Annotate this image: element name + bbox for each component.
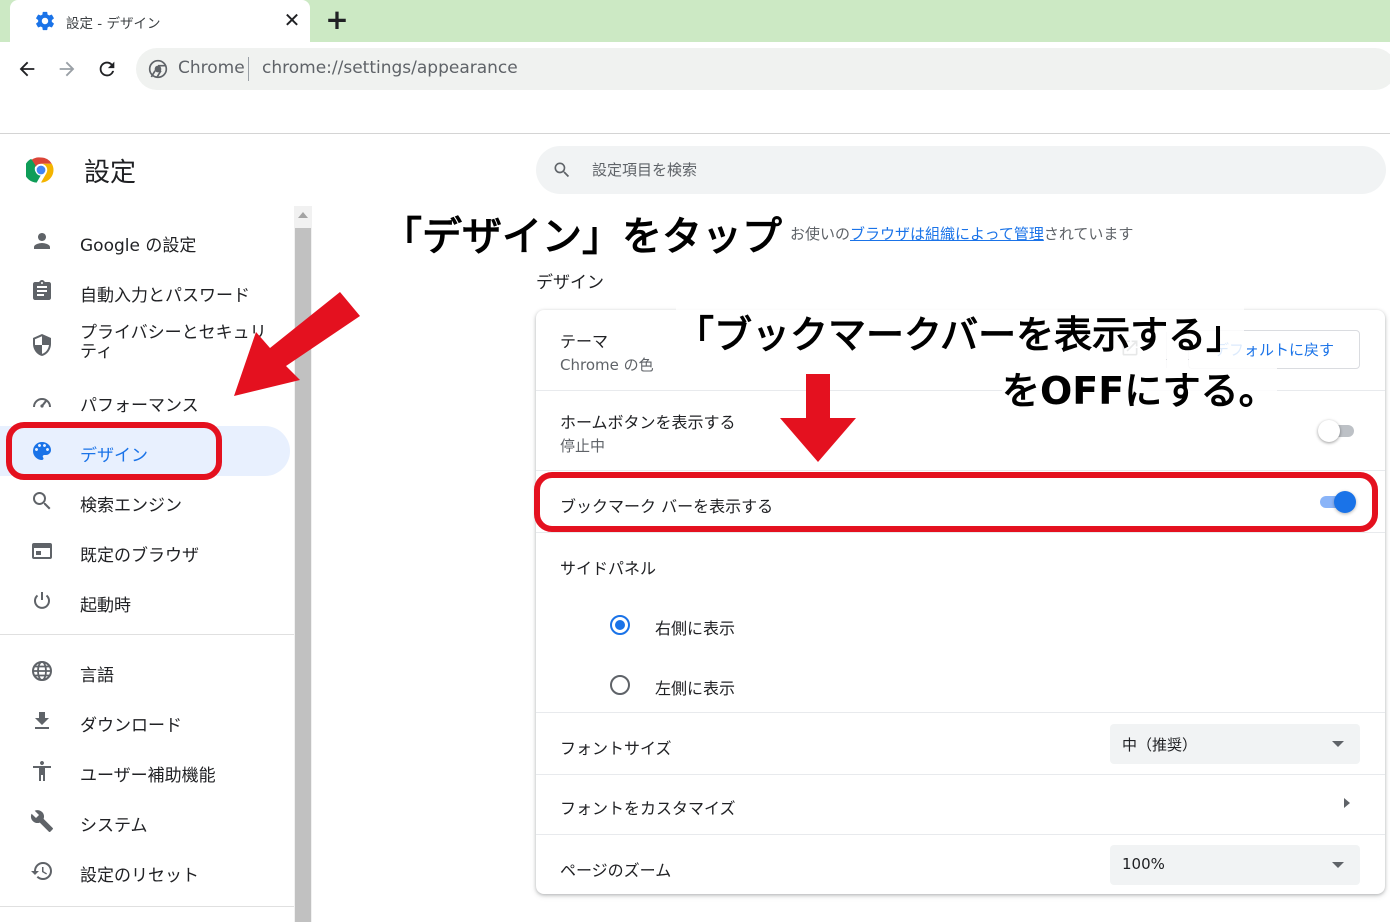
tab-title: 設定 - デザイン <box>66 16 161 32</box>
sidebar-divider <box>0 634 294 635</box>
omnibox-url[interactable]: chrome://settings/appearance <box>262 58 518 78</box>
omnibox-site-label: Chrome <box>178 58 245 78</box>
settings-search[interactable] <box>536 146 1386 194</box>
font-size-select[interactable]: 中（推奨） <box>1110 724 1360 764</box>
tab-strip: 設定 - デザイン ✕ + <box>0 0 1390 42</box>
sidebar-divider <box>0 906 294 907</box>
power-icon <box>34 592 50 609</box>
theme-title: テーマ <box>560 332 609 351</box>
arrow-left-icon <box>19 61 35 77</box>
font-size-title: フォントサイズ <box>560 739 672 758</box>
font-size-row: フォントサイズ 中（推奨） <box>536 712 1385 774</box>
new-tab-button[interactable]: + <box>322 6 352 36</box>
forward-button[interactable] <box>52 54 82 84</box>
omnibox-separator <box>248 57 249 81</box>
sidebar-item-downloads[interactable]: ダウンロード <box>0 696 290 746</box>
accessibility-icon <box>33 761 51 781</box>
speedometer-icon <box>33 398 51 408</box>
section-title: デザイン <box>536 273 604 293</box>
omnibox[interactable]: Chrome chrome://settings/appearance <box>136 48 1390 90</box>
sidebar-item-system[interactable]: システム <box>0 796 290 846</box>
sidebar-item-label: ユーザー補助機能 <box>80 766 216 786</box>
chrome-icon <box>148 59 168 79</box>
sidebar-item-label: ダウンロード <box>80 716 182 736</box>
reload-button[interactable] <box>92 54 122 84</box>
page-zoom-value: 100% <box>1122 855 1165 873</box>
sidebar-item-label: 自動入力とパスワード <box>80 286 250 306</box>
annotation-arrow-diagonal <box>234 292 360 396</box>
page-title: 設定 <box>84 158 137 188</box>
page-zoom-title: ページのズーム <box>560 861 672 880</box>
side-panel-title: サイドパネル <box>560 559 657 578</box>
home-button-title: ホームボタンを表示する <box>560 413 736 432</box>
globe-icon <box>32 661 52 681</box>
toolbar: Chrome chrome://settings/appearance <box>0 42 1390 134</box>
reload-icon <box>99 61 115 77</box>
download-icon <box>35 712 49 729</box>
sidebar-item-label: 起動時 <box>80 596 131 616</box>
managed-text: お使いのブラウザは組織によって管理されています <box>790 225 1134 243</box>
wrench-icon <box>30 810 53 832</box>
highlight-box-design <box>6 422 222 480</box>
annotation-bookmark-line1: 「ブックマークバーを表示する」 <box>676 304 1245 359</box>
sidebar-item-label: パフォーマンス <box>80 396 199 416</box>
page-zoom-select[interactable]: 100% <box>1110 845 1360 885</box>
radio-right-side[interactable] <box>610 615 630 635</box>
annotation-bookmark-line2: をOFFにする。 <box>1002 360 1277 415</box>
sidebar-item-label: 検索エンジン <box>80 496 182 516</box>
sidebar-item-google[interactable]: Google の設定 <box>0 216 290 266</box>
tab-settings[interactable]: 設定 - デザイン ✕ <box>10 0 310 42</box>
shield-icon <box>33 334 51 356</box>
chrome-logo-icon <box>26 157 54 183</box>
sidebar-item-search-engine[interactable]: 検索エンジン <box>0 476 290 526</box>
tab-close-icon[interactable]: ✕ <box>280 8 304 32</box>
sidebar-item-label: 既定のブラウザ <box>80 546 199 566</box>
search-icon <box>554 162 570 178</box>
sidebar-item-label: システム <box>80 816 148 836</box>
radio-left-side[interactable] <box>610 675 630 695</box>
radio-right-label[interactable]: 右側に表示 <box>655 615 735 639</box>
sidebar-item-label: 設定のリセット <box>80 866 199 886</box>
annotation-tap-design: 「デザイン」をタップ <box>382 204 786 262</box>
search-input[interactable] <box>592 146 1292 194</box>
gear-icon <box>36 11 54 31</box>
dropdown-arrow-icon <box>1332 862 1344 868</box>
browser-icon <box>32 543 52 559</box>
managed-link[interactable]: ブラウザは組織によって管理 <box>850 225 1044 243</box>
sidebar-item-default-browser[interactable]: 既定のブラウザ <box>0 526 290 576</box>
page-zoom-row: ページのズーム 100% <box>536 834 1385 894</box>
chevron-right-icon <box>1344 798 1350 808</box>
search-icon <box>33 492 51 510</box>
sidebar-item-on-startup[interactable]: 起動時 <box>0 576 290 626</box>
sidebar-item-label: 言語 <box>80 666 114 686</box>
customize-fonts-title: フォントをカスタマイズ <box>560 799 736 818</box>
sidebar-item-label: Google の設定 <box>80 236 197 256</box>
back-button[interactable] <box>12 54 42 84</box>
annotation-arrow-down <box>780 374 856 462</box>
customize-fonts-row[interactable]: フォントをカスタマイズ <box>536 774 1385 834</box>
dropdown-arrow-icon <box>1332 741 1344 747</box>
side-panel-row: サイドパネル 右側に表示 左側に表示 <box>536 532 1385 712</box>
sidebar-item-reset[interactable]: 設定のリセット <box>0 846 290 896</box>
arrow-right-icon <box>59 61 75 77</box>
font-size-value: 中（推奨） <box>1122 736 1198 754</box>
home-button-subtitle: 停止中 <box>560 437 606 455</box>
highlight-box-bookmarks <box>534 472 1378 532</box>
clipboard-icon <box>33 280 51 300</box>
sidebar-item-languages[interactable]: 言語 <box>0 646 290 696</box>
theme-subtitle: Chrome の色 <box>560 356 654 374</box>
radio-left-label[interactable]: 左側に表示 <box>655 675 735 699</box>
history-icon <box>31 862 52 880</box>
home-button-toggle[interactable] <box>1318 420 1356 442</box>
scroll-up-icon[interactable] <box>298 212 308 218</box>
person-icon <box>34 233 50 249</box>
sidebar-item-accessibility[interactable]: ユーザー補助機能 <box>0 746 290 796</box>
